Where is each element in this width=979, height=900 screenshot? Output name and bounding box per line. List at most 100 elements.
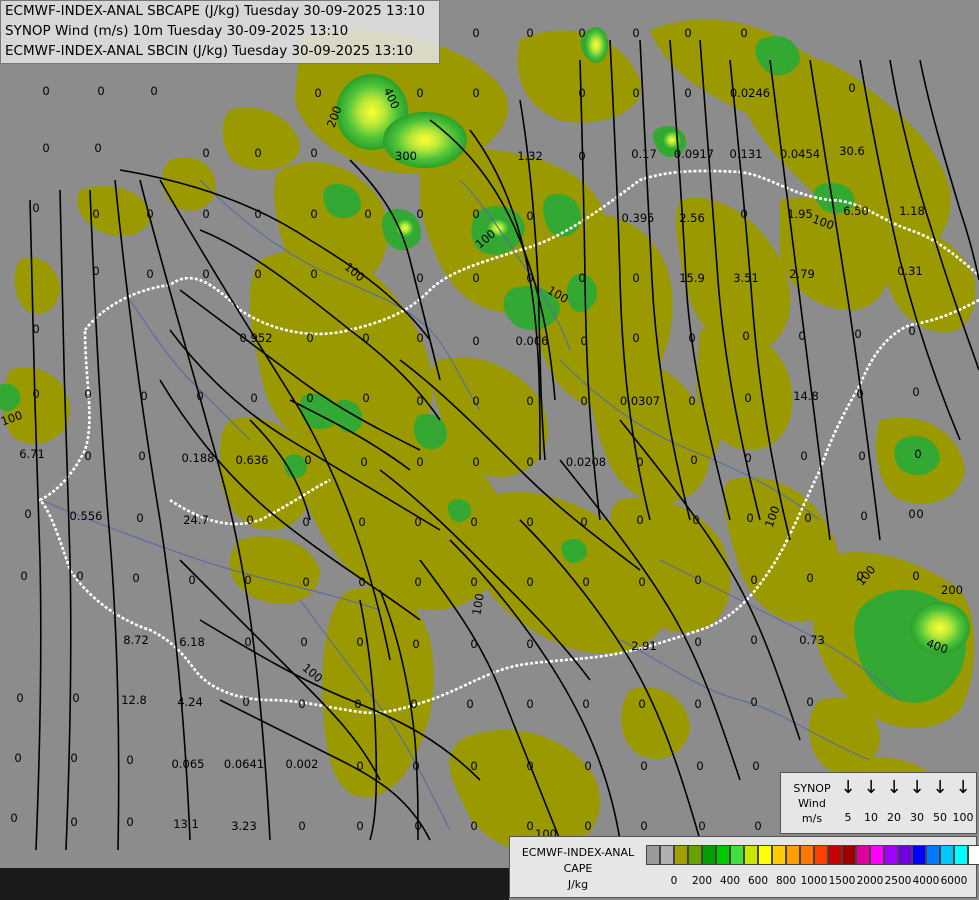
cin-label: 0 <box>526 271 533 285</box>
cin-label: 3.51 <box>733 271 759 285</box>
cin-label: 0 <box>136 511 143 525</box>
cin-label: 0.002 <box>286 757 319 771</box>
cin-label: 0 <box>848 81 855 95</box>
cin-label: 0 <box>472 394 479 408</box>
wind-legend-title: SYNOP Wind m/s <box>793 782 831 825</box>
cin-label: 0 <box>202 207 209 221</box>
wind-legend-value: 30 <box>910 811 924 824</box>
cin-label: 0 <box>244 573 251 587</box>
cin-label: 0 <box>314 86 321 100</box>
cin-label: 0 <box>364 207 371 221</box>
cin-label: 0 <box>416 394 423 408</box>
cape-legend-tick: 6000 <box>940 875 968 887</box>
cape-color-swatch <box>744 845 758 865</box>
cin-label: 0 <box>202 146 209 160</box>
cin-label: 0 <box>310 267 317 281</box>
cin-label: 0 <box>806 571 813 585</box>
cin-label: 0 <box>798 329 805 343</box>
cin-label: 0 <box>746 511 753 525</box>
wind-legend-value: 5 <box>844 811 852 824</box>
cape-color-swatch <box>660 845 674 865</box>
map-edge-strip <box>0 868 509 900</box>
cin-label: 0 <box>632 26 639 40</box>
cin-label: 0 <box>740 26 747 40</box>
cin-label: 6.71 <box>19 447 45 461</box>
cin-label: 0 <box>858 449 865 463</box>
wind-legend-value: 100 <box>952 811 974 824</box>
cin-label: 0 <box>472 26 479 40</box>
cin-label: 0 <box>694 573 701 587</box>
cin-label: 0 <box>806 695 813 709</box>
cin-label: 0 <box>526 394 533 408</box>
cin-label: 0 <box>526 26 533 40</box>
cin-label: 1.32 <box>517 149 543 163</box>
cin-label: 0 <box>908 507 915 521</box>
cin-label: 0 <box>306 331 313 345</box>
cin-label: 24.7 <box>183 513 209 527</box>
cin-label: 0 <box>754 819 761 833</box>
cin-label: 0 <box>126 753 133 767</box>
cin-label: 0 <box>470 515 477 529</box>
cin-label: 0 <box>470 637 477 651</box>
cape-color-swatch <box>842 845 856 865</box>
cape-color-swatch <box>702 845 716 865</box>
cin-label: 0 <box>472 207 479 221</box>
cin-label: 0 <box>32 322 39 336</box>
wind-legend-value: 20 <box>887 811 901 824</box>
cin-label: 0 <box>584 819 591 833</box>
title-line-wind: SYNOP Wind (m/s) 10m Tuesday 30-09-2025 … <box>5 23 349 39</box>
cin-label: 0 <box>854 327 861 341</box>
cin-label: 0 <box>582 697 589 711</box>
cin-label: 0 <box>578 86 585 100</box>
cin-label: 0 <box>750 633 757 647</box>
cape-color-swatch <box>912 845 926 865</box>
cin-label: 0 <box>416 331 423 345</box>
map-viewport[interactable]: 0 0 0 0 0 0 0 0 0 0 0 0 0 0 0 0 0 0 0 0 0.0246 0 1.32 0 0.17 0.09… <box>0 0 979 900</box>
cin-label: 0 <box>914 447 921 461</box>
cin-label: 0.006 <box>516 334 549 348</box>
cin-label: 0 <box>304 453 311 467</box>
cape-color-swatch <box>800 845 814 865</box>
cin-label: 0 <box>690 453 697 467</box>
cin-label: 0 <box>412 637 419 651</box>
cin-label: 0 <box>912 569 919 583</box>
wind-arrow-icon: ↓ <box>840 777 856 798</box>
cin-label: 0 <box>684 26 691 40</box>
cin-label: 0 <box>584 759 591 773</box>
cin-label: 2.79 <box>789 267 815 281</box>
cape-legend: ECMWF-INDEX-ANAL CAPE J/kg 0 200 400 600 800… <box>509 836 979 898</box>
cin-label: 0 <box>32 201 39 215</box>
cin-label: 0 <box>196 389 203 403</box>
cin-label: 0 <box>300 635 307 649</box>
cin-label: 0 <box>856 387 863 401</box>
cin-label: 0 <box>526 759 533 773</box>
cin-label: 0 <box>804 511 811 525</box>
wind-legend-value: 50 <box>933 811 947 824</box>
cape-color-swatch <box>898 845 912 865</box>
cin-label: 0 <box>470 575 477 589</box>
cape-color-swatch <box>674 845 688 865</box>
cin-label: 0.131 <box>730 147 763 161</box>
cin-label: 0 <box>916 507 923 521</box>
cin-label: 0 <box>10 811 17 825</box>
cin-label: 0 <box>24 507 31 521</box>
cin-label: 0 <box>146 267 153 281</box>
cin-label: 0 <box>246 513 253 527</box>
cin-label: 0.556 <box>70 509 103 523</box>
cin-label: 1.95 <box>787 207 813 221</box>
cin-label: 0 <box>416 271 423 285</box>
wind-arrow-icon: ↓ <box>932 777 948 798</box>
cin-label: 0 <box>800 449 807 463</box>
cin-label: 0 <box>416 86 423 100</box>
cin-label: 0.636 <box>236 453 269 467</box>
cin-label: 2.91 <box>631 639 657 653</box>
cin-label: 0.188 <box>182 451 215 465</box>
cin-label: 4.24 <box>177 695 203 709</box>
cin-label: 0.31 <box>897 264 923 278</box>
cin-label: 6.18 <box>179 635 205 649</box>
cape-color-swatch <box>968 845 979 865</box>
cin-label: 0.0307 <box>620 394 660 408</box>
cin-label: 0 <box>70 751 77 765</box>
cape-color-swatch <box>716 845 730 865</box>
contour-label: 300 <box>395 149 417 163</box>
